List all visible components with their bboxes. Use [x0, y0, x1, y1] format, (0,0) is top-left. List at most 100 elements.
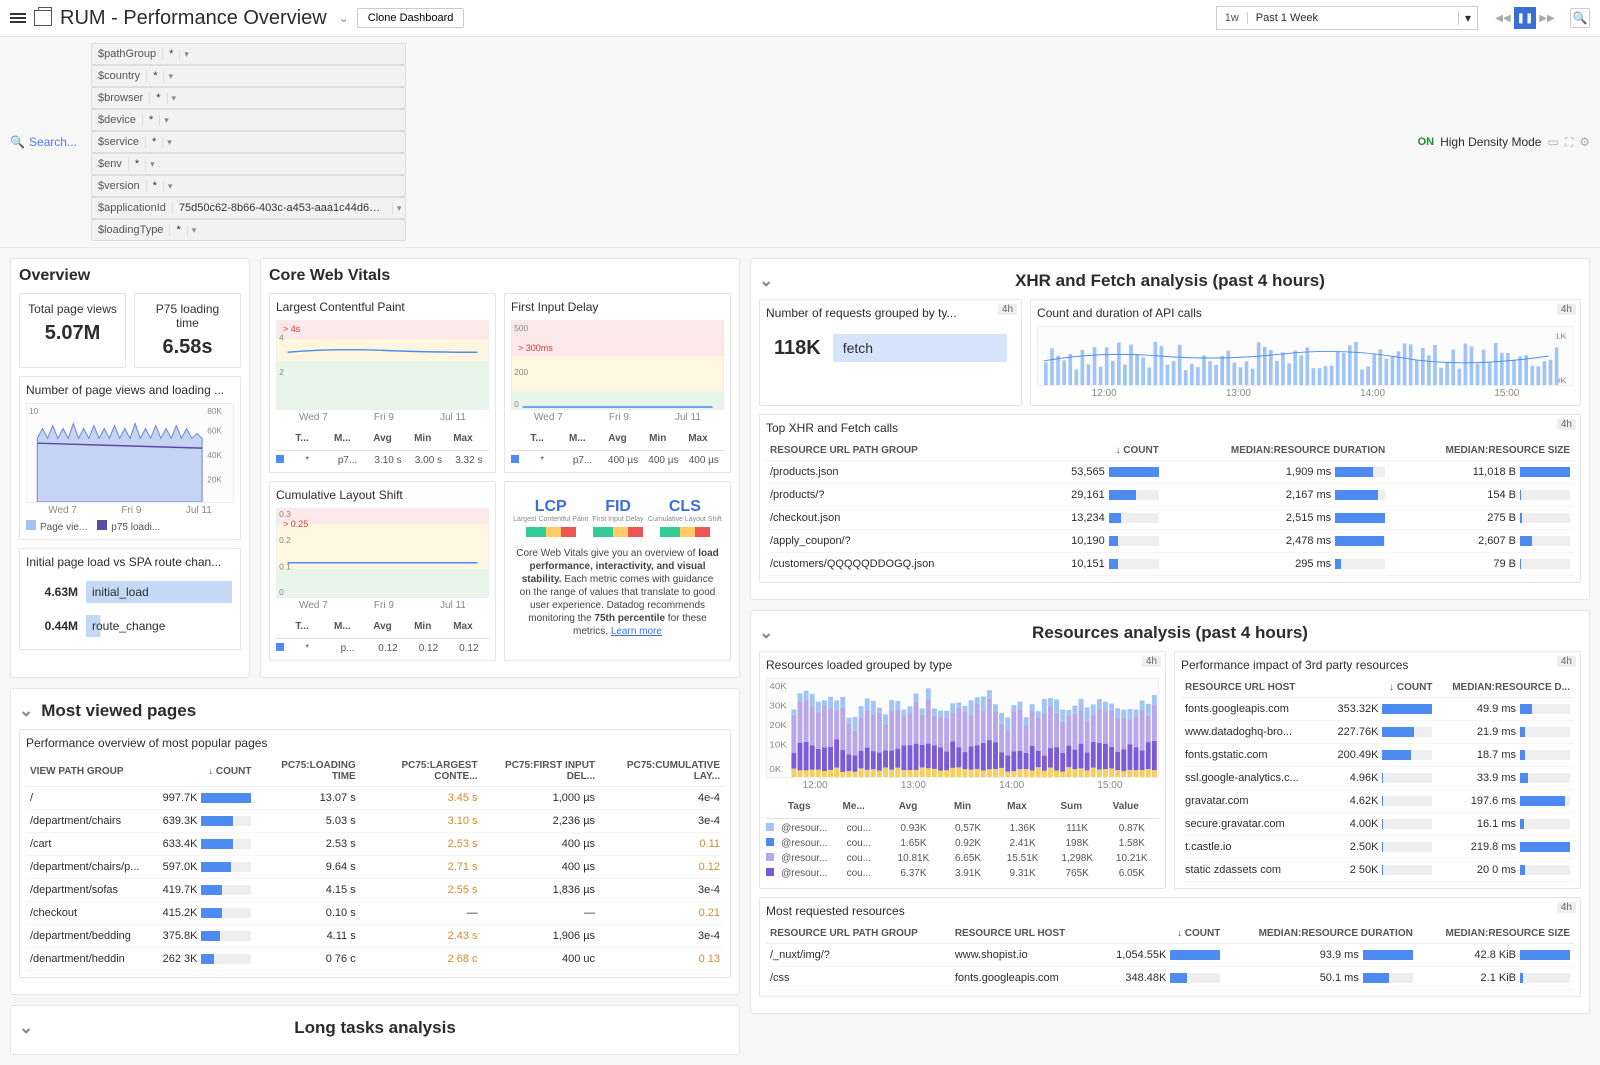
svg-text:10: 10 [29, 407, 39, 416]
cwv-title: Core Web Vitals [269, 267, 731, 285]
top-xhr-table[interactable]: RESOURCE URL PATH GROUP↓ COUNTMEDIAN:RES… [766, 441, 1574, 576]
search-input[interactable]: 🔍 Search... [10, 135, 77, 149]
request-count[interactable]: 118K fetch [766, 326, 1015, 370]
table-row[interactable]: /customers/QQQQQDDOGQ.json 10,151 295 ms… [766, 553, 1574, 576]
tv-icon[interactable]: ▭ [1547, 135, 1558, 149]
svg-text:2: 2 [279, 368, 284, 377]
table-row[interactable]: /checkout 415.2K 0.10 s — — 0.21 [26, 902, 724, 925]
fullscreen-icon[interactable]: ⛶ [1565, 135, 1573, 150]
most-viewed-panel: ⌄Most viewed pages Performance overview … [10, 688, 740, 995]
table-row[interactable]: gravatar.com 4.62K 197.6 ms [1181, 790, 1574, 813]
chevron-down-icon[interactable]: ⌄ [339, 11, 349, 25]
svg-text:0.1: 0.1 [279, 563, 291, 572]
table-row[interactable]: fonts.googleapis.com 353.32K 49.9 ms [1181, 698, 1574, 721]
search-icon: 🔍 [10, 135, 25, 149]
filter-pill[interactable]: $version*▾ [91, 175, 406, 197]
cwv-info: LCPLargest Contentful PaintFIDFirst Inpu… [504, 481, 731, 661]
most-requested-table[interactable]: RESOURCE URL PATH GROUPRESOURCE URL HOST… [766, 924, 1574, 990]
cwv-badge: LCPLargest Contentful Paint [513, 498, 588, 537]
perf-table[interactable]: RESOURCE URL HOST↓ COUNTMEDIAN:RESOURCE … [1181, 678, 1574, 882]
table-row[interactable]: www.datadoghq-bro... 227.76K 21.9 ms [1181, 721, 1574, 744]
svg-text:30K: 30K [769, 701, 786, 710]
collapse-icon[interactable]: ⌄ [759, 271, 773, 291]
svg-text:80K: 80K [207, 407, 222, 416]
fid-chart[interactable]: First Input Delay > 300ms 500 200 0 Wed … [504, 293, 731, 473]
density-on: ON [1418, 136, 1435, 148]
svg-text:200: 200 [514, 368, 529, 377]
table-row[interactable]: / 997.7K 13.07 s 3.45 s 1,000 µs 4e-4 [26, 787, 724, 810]
table-row[interactable]: /cart 633.4K 2.53 s 2.53 s 400 µs 0.11 [26, 833, 724, 856]
svg-text:10K: 10K [769, 741, 786, 750]
collapse-icon[interactable]: ⌄ [19, 1018, 33, 1038]
filter-pill[interactable]: $applicationId75d50c62-8b66-403c-a453-aa… [91, 197, 406, 219]
table-row[interactable]: /department/sofas 419.7K 4.15 s 2.55 s 1… [26, 879, 724, 902]
filter-pill[interactable]: $service*▾ [91, 131, 406, 153]
table-row[interactable]: /department/chairs 639.3K 5.03 s 3.10 s … [26, 810, 724, 833]
resources-panel: ⌄Resources analysis (past 4 hours) 4h Re… [750, 610, 1590, 1014]
table-row[interactable]: fonts.gstatic.com 200.49K 18.7 ms [1181, 744, 1574, 767]
svg-text:60K: 60K [207, 427, 222, 436]
page-title: RUM - Performance Overview [60, 7, 327, 30]
api-calls-chart[interactable]: 1K 0K [1037, 326, 1574, 386]
table-row[interactable]: /_nuxt/img/?www.shopist.io 1,054.55K 93.… [766, 944, 1574, 967]
clone-dashboard-button[interactable]: Clone Dashboard [357, 8, 465, 28]
lcp-chart[interactable]: Largest Contentful Paint > 4s 4 2 Wed 7F… [269, 293, 496, 473]
table-row[interactable]: /apply_coupon/? 10,190 2,478 ms 2,607 B [766, 530, 1574, 553]
gear-icon[interactable]: ⚙ [1579, 135, 1590, 149]
table-row[interactable]: /products.json 53,565 1,909 ms 11,018 B [766, 461, 1574, 484]
menu-icon[interactable] [10, 11, 26, 25]
initial-load-title: Initial page load vs SPA route chan... [26, 555, 234, 569]
svg-text:40K: 40K [769, 682, 786, 691]
svg-text:40K: 40K [207, 451, 222, 460]
table-row[interactable]: secure.gravatar.com 4.00K 16.1 ms [1181, 813, 1574, 836]
density-label: High Density Mode [1440, 135, 1541, 149]
pageviews-chart[interactable]: 10 80K 60K 40K 20K [26, 403, 234, 503]
toplist-row[interactable]: 0.44Mroute_change [26, 609, 234, 643]
overview-title: Overview [19, 267, 241, 285]
pause-icon[interactable]: ❚❚ [1514, 7, 1536, 29]
filter-pill[interactable]: $device*▾ [91, 109, 406, 131]
resources-chart[interactable]: 40K 30K 20K 10K 0K [766, 678, 1159, 778]
svg-text:0: 0 [514, 400, 519, 409]
learn-more-link[interactable]: Learn more [611, 626, 662, 637]
time-preset: 1w [1217, 12, 1248, 24]
xhr-panel: ⌄XHR and Fetch analysis (past 4 hours) 4… [750, 258, 1590, 600]
kpi[interactable]: Total page views5.07M [19, 293, 126, 368]
time-range-picker[interactable]: 1w Past 1 Week ▾ [1216, 6, 1478, 30]
svg-text:20K: 20K [769, 721, 786, 730]
cwv-badge: FIDFirst Input Delay [593, 498, 644, 537]
cls-chart[interactable]: Cumulative Layout Shift > 0.25 0.3 0.2 0… [269, 481, 496, 661]
table-row[interactable]: /cssfonts.googleapis.com 348.48K 50.1 ms… [766, 967, 1574, 990]
table-row[interactable]: /department/chairs/p... 597.0K 9.64 s 2.… [26, 856, 724, 879]
filter-pill[interactable]: $country*▾ [91, 65, 406, 87]
overview-panel: Overview Total page views5.07MP75 loadin… [10, 258, 250, 678]
rewind-icon[interactable]: ◀◀ [1492, 7, 1514, 29]
chevron-down-icon[interactable]: ▾ [1458, 11, 1477, 25]
collapse-icon[interactable]: ⌄ [19, 701, 33, 721]
pageviews-chart-title: Number of page views and loading ... [26, 383, 234, 397]
collapse-icon[interactable]: ⌄ [759, 623, 773, 643]
table-row[interactable]: /department/bedding 375.8K 4.11 s 2.43 s… [26, 925, 724, 948]
filter-pill[interactable]: $pathGroup*▾ [91, 43, 406, 65]
svg-text:1K: 1K [1555, 332, 1567, 341]
svg-text:4: 4 [279, 334, 284, 343]
filter-pill[interactable]: $browser*▾ [91, 87, 406, 109]
filter-pill[interactable]: $loadingType*▾ [91, 219, 406, 241]
toplist-row[interactable]: 4.63Minitial_load [26, 575, 234, 609]
most-viewed-table[interactable]: VIEW PATH GROUP↓ COUNTPC75:LOADING TIMEP… [26, 756, 724, 971]
table-row[interactable]: /products/? 29,161 2,167 ms 154 B [766, 484, 1574, 507]
table-row[interactable]: /denartment/heddin 262 3K 0 76 c 2 68 c … [26, 948, 724, 971]
cwv-panel: Core Web Vitals Largest Contentful Paint… [260, 258, 740, 678]
svg-text:0.2: 0.2 [279, 536, 291, 545]
kpi[interactable]: P75 loading time6.58s [134, 293, 241, 368]
table-row[interactable]: /checkout.json 13,234 2,515 ms 275 B [766, 507, 1574, 530]
table-row[interactable]: static zdassets com 2 50K 20 0 ms [1181, 859, 1574, 882]
svg-text:0K: 0K [769, 765, 781, 774]
forward-icon[interactable]: ▶▶ [1536, 7, 1558, 29]
filter-pill[interactable]: $env*▾ [91, 153, 406, 175]
table-row[interactable]: ssl.google-analytics.c... 4.96K 33.9 ms [1181, 767, 1574, 790]
dashboard-icon [34, 10, 52, 26]
table-row[interactable]: t.castle.io 2.50K 219.8 ms [1181, 836, 1574, 859]
search-icon[interactable]: 🔍 [1570, 8, 1590, 28]
long-tasks-panel: ⌄Long tasks analysis [10, 1005, 740, 1055]
